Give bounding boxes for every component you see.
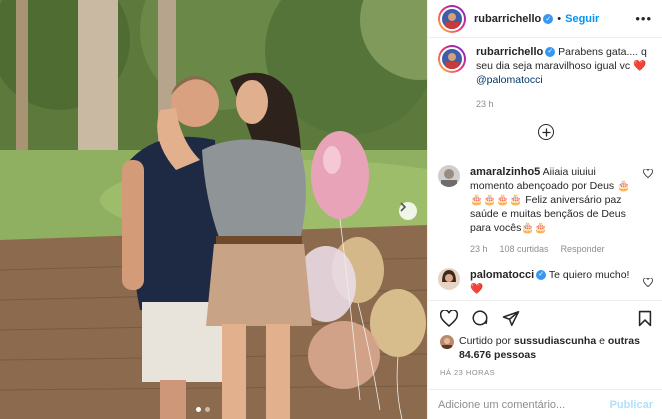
verified-badge-icon: ✓ (543, 13, 554, 24)
bookmark-icon (638, 310, 652, 326)
comment-item: amaralzinho5 Aiiaia uiuiui momento abenç… (438, 165, 653, 256)
commenter-avatar[interactable] (438, 268, 460, 290)
caption-mention[interactable]: @palomatocci (476, 74, 543, 86)
reply-button[interactable]: Responder (561, 242, 605, 256)
post-header: rubarrichello ✓ • Seguir ••• (428, 0, 662, 38)
likes-prefix: Curtido por (459, 335, 511, 347)
heart-icon (440, 309, 458, 327)
share-button[interactable] (502, 310, 520, 327)
caption: rubarrichello ✓ Parabens gata.... q seu d… (438, 45, 653, 111)
author-username[interactable]: rubarrichello (474, 13, 541, 25)
caption-avatar[interactable] (438, 45, 466, 73)
liker-username[interactable]: sussudiascunha (514, 335, 596, 347)
comment-bubble-icon (472, 310, 488, 326)
liker-avatar[interactable] (440, 335, 454, 349)
comment-item: palomatocci ✓ Te quiero mucho! ❤️ (438, 268, 653, 296)
comment-likes[interactable]: 108 curtidas (500, 242, 549, 256)
carousel-dots (196, 407, 210, 412)
publish-button[interactable]: Publicar (610, 399, 653, 411)
author-avatar[interactable] (438, 4, 466, 33)
action-bar (440, 308, 652, 328)
add-comment-bar: Publicar (428, 389, 662, 419)
verified-badge-icon: ✓ (545, 47, 556, 58)
photo-illustration (0, 0, 427, 419)
header-separator: • (557, 12, 562, 25)
caption-time[interactable]: 23 h (476, 97, 494, 111)
next-slide-button[interactable] (399, 202, 417, 220)
divider (428, 300, 662, 301)
comment-username[interactable]: amaralzinho5 (470, 166, 540, 178)
post-timestamp[interactable]: HÁ 23 HORAS (440, 368, 495, 377)
comment-time[interactable]: 23 h (470, 242, 488, 256)
comment-button[interactable] (471, 309, 489, 327)
verified-badge-icon: ✓ (536, 270, 547, 281)
carousel-dot-active (196, 407, 201, 412)
likes-connector: e (599, 335, 605, 347)
plus-icon (542, 128, 550, 136)
avatar-image (445, 12, 459, 29)
commenter-avatar[interactable] (438, 165, 460, 187)
more-options-icon[interactable]: ••• (635, 11, 652, 26)
post-photo[interactable] (0, 0, 427, 419)
paper-plane-icon (502, 310, 520, 326)
avatar-image (441, 169, 457, 187)
post-sidebar: rubarrichello ✓ • Seguir ••• rubarrichel… (427, 0, 662, 419)
like-comment-heart-icon[interactable] (643, 169, 653, 178)
avatar-image (442, 338, 452, 349)
avatar-image (445, 53, 459, 69)
carousel-dot (205, 407, 210, 412)
save-button[interactable] (638, 310, 652, 327)
comment-input[interactable] (438, 398, 610, 411)
like-comment-heart-icon[interactable] (643, 278, 653, 287)
follow-button[interactable]: Seguir (565, 13, 599, 25)
avatar-image (442, 270, 456, 282)
like-button[interactable] (440, 309, 458, 327)
comment-username[interactable]: palomatocci (470, 269, 534, 281)
caption-username[interactable]: rubarrichello (476, 46, 543, 58)
chevron-right-icon (400, 202, 407, 212)
likes-summary: Curtido por sussudiascunha e outras 84.6… (440, 334, 655, 362)
load-more-comments-button[interactable] (538, 124, 554, 140)
